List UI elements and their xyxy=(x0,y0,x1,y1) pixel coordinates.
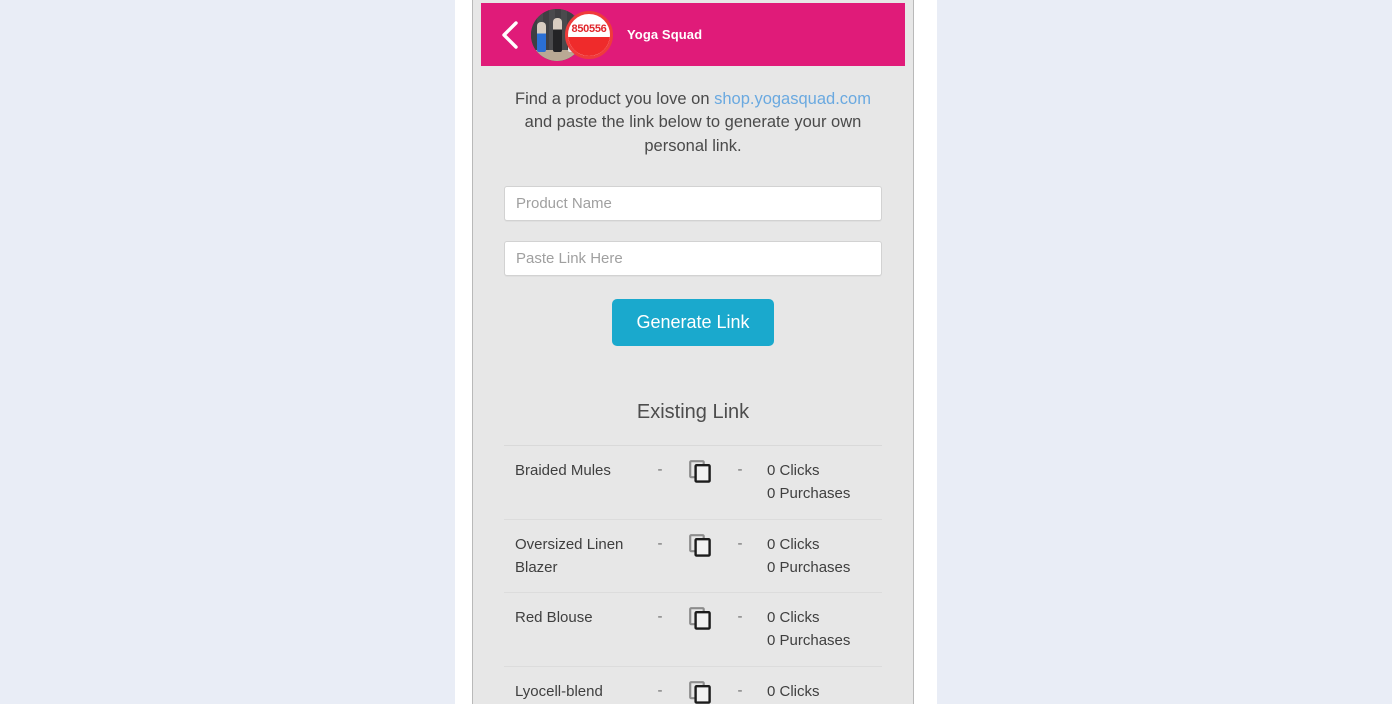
generate-link-button[interactable]: Generate Link xyxy=(612,299,774,347)
avatar-figure xyxy=(553,17,562,52)
generate-button-row: Generate Link xyxy=(504,299,882,347)
copy-icon xyxy=(689,533,711,557)
link-clicks: 0 Clicks xyxy=(767,462,820,480)
row-dash-left: - xyxy=(657,534,663,552)
table-row: Lyocell-blend Dress - - 0 Clicks 0 Purch… xyxy=(504,667,882,704)
link-stats: 0 Clicks 0 Purchases xyxy=(754,533,882,580)
chevron-left-icon xyxy=(500,20,520,50)
copy-link-button[interactable] xyxy=(674,459,726,484)
link-clicks: 0 Clicks xyxy=(767,609,820,627)
copy-icon xyxy=(689,460,711,484)
existing-link-heading: Existing Link xyxy=(636,401,750,424)
product-name-input[interactable] xyxy=(504,186,882,222)
copy-link-button[interactable] xyxy=(674,533,726,557)
link-product-name: Lyocell-blend Dress xyxy=(515,683,603,701)
copy-link-button[interactable] xyxy=(674,606,726,631)
squad-title: Yoga Squad xyxy=(627,27,703,42)
intro-text: Find a product you love on shop.yogasqua… xyxy=(505,88,881,158)
link-clicks: 0 Clicks xyxy=(767,683,820,701)
intro-before-link: Find a product you love on xyxy=(515,90,715,108)
link-stats: 0 Clicks 0 Purchases xyxy=(754,606,882,653)
table-row: Red Blouse - - 0 Clicks 0 Purchases xyxy=(504,593,882,668)
row-dash-left: - xyxy=(657,461,663,479)
row-dash-right: - xyxy=(737,682,743,700)
copy-link-button[interactable] xyxy=(674,680,726,704)
link-purchases: 0 Purchases xyxy=(767,558,851,576)
table-row: Braided Mules - - 0 Clicks 0 Purchases xyxy=(504,446,882,520)
app-header: 850556 Yoga Squad xyxy=(481,3,905,66)
mobile-app-viewport: 850556 Yoga Squad Find a product you lov… xyxy=(473,0,913,704)
link-purchases: 0 Purchases xyxy=(767,632,851,650)
link-product-name: Red Blouse xyxy=(515,609,593,627)
link-clicks: 0 Clicks xyxy=(767,535,820,553)
link-stats: 0 Clicks 0 Purchases xyxy=(754,459,882,506)
rank-badge: 850556 xyxy=(565,10,613,59)
link-product-name: Oversized Linen Blazer xyxy=(515,535,624,576)
page-right-rule xyxy=(913,0,914,704)
avatar-group: 850556 xyxy=(531,8,613,61)
row-dash-left: - xyxy=(657,682,663,700)
rank-badge-fill xyxy=(568,36,610,56)
intro-after-link: and paste the link below to generate you… xyxy=(524,113,862,155)
copy-icon xyxy=(689,607,711,631)
paste-link-input[interactable] xyxy=(504,241,882,277)
copy-icon xyxy=(689,681,711,704)
row-dash-left: - xyxy=(657,608,663,626)
row-dash-right: - xyxy=(737,608,743,626)
existing-links-list: Braided Mules - - 0 Clicks 0 Purchases O… xyxy=(504,445,882,704)
table-row: Oversized Linen Blazer - - 0 Clicks 0 Pu… xyxy=(504,520,882,594)
back-button[interactable] xyxy=(495,13,525,57)
shop-link[interactable]: shop.yogasquad.com xyxy=(714,90,871,108)
row-dash-right: - xyxy=(737,534,743,552)
link-product-name: Braided Mules xyxy=(515,462,611,480)
row-dash-right: - xyxy=(737,461,743,479)
link-stats: 0 Clicks 0 Purchases xyxy=(754,680,882,704)
avatar-figure xyxy=(537,21,546,52)
generate-link-form: Generate Link xyxy=(504,186,882,347)
rank-badge-number: 850556 xyxy=(571,22,607,35)
link-purchases: 0 Purchases xyxy=(767,485,851,503)
